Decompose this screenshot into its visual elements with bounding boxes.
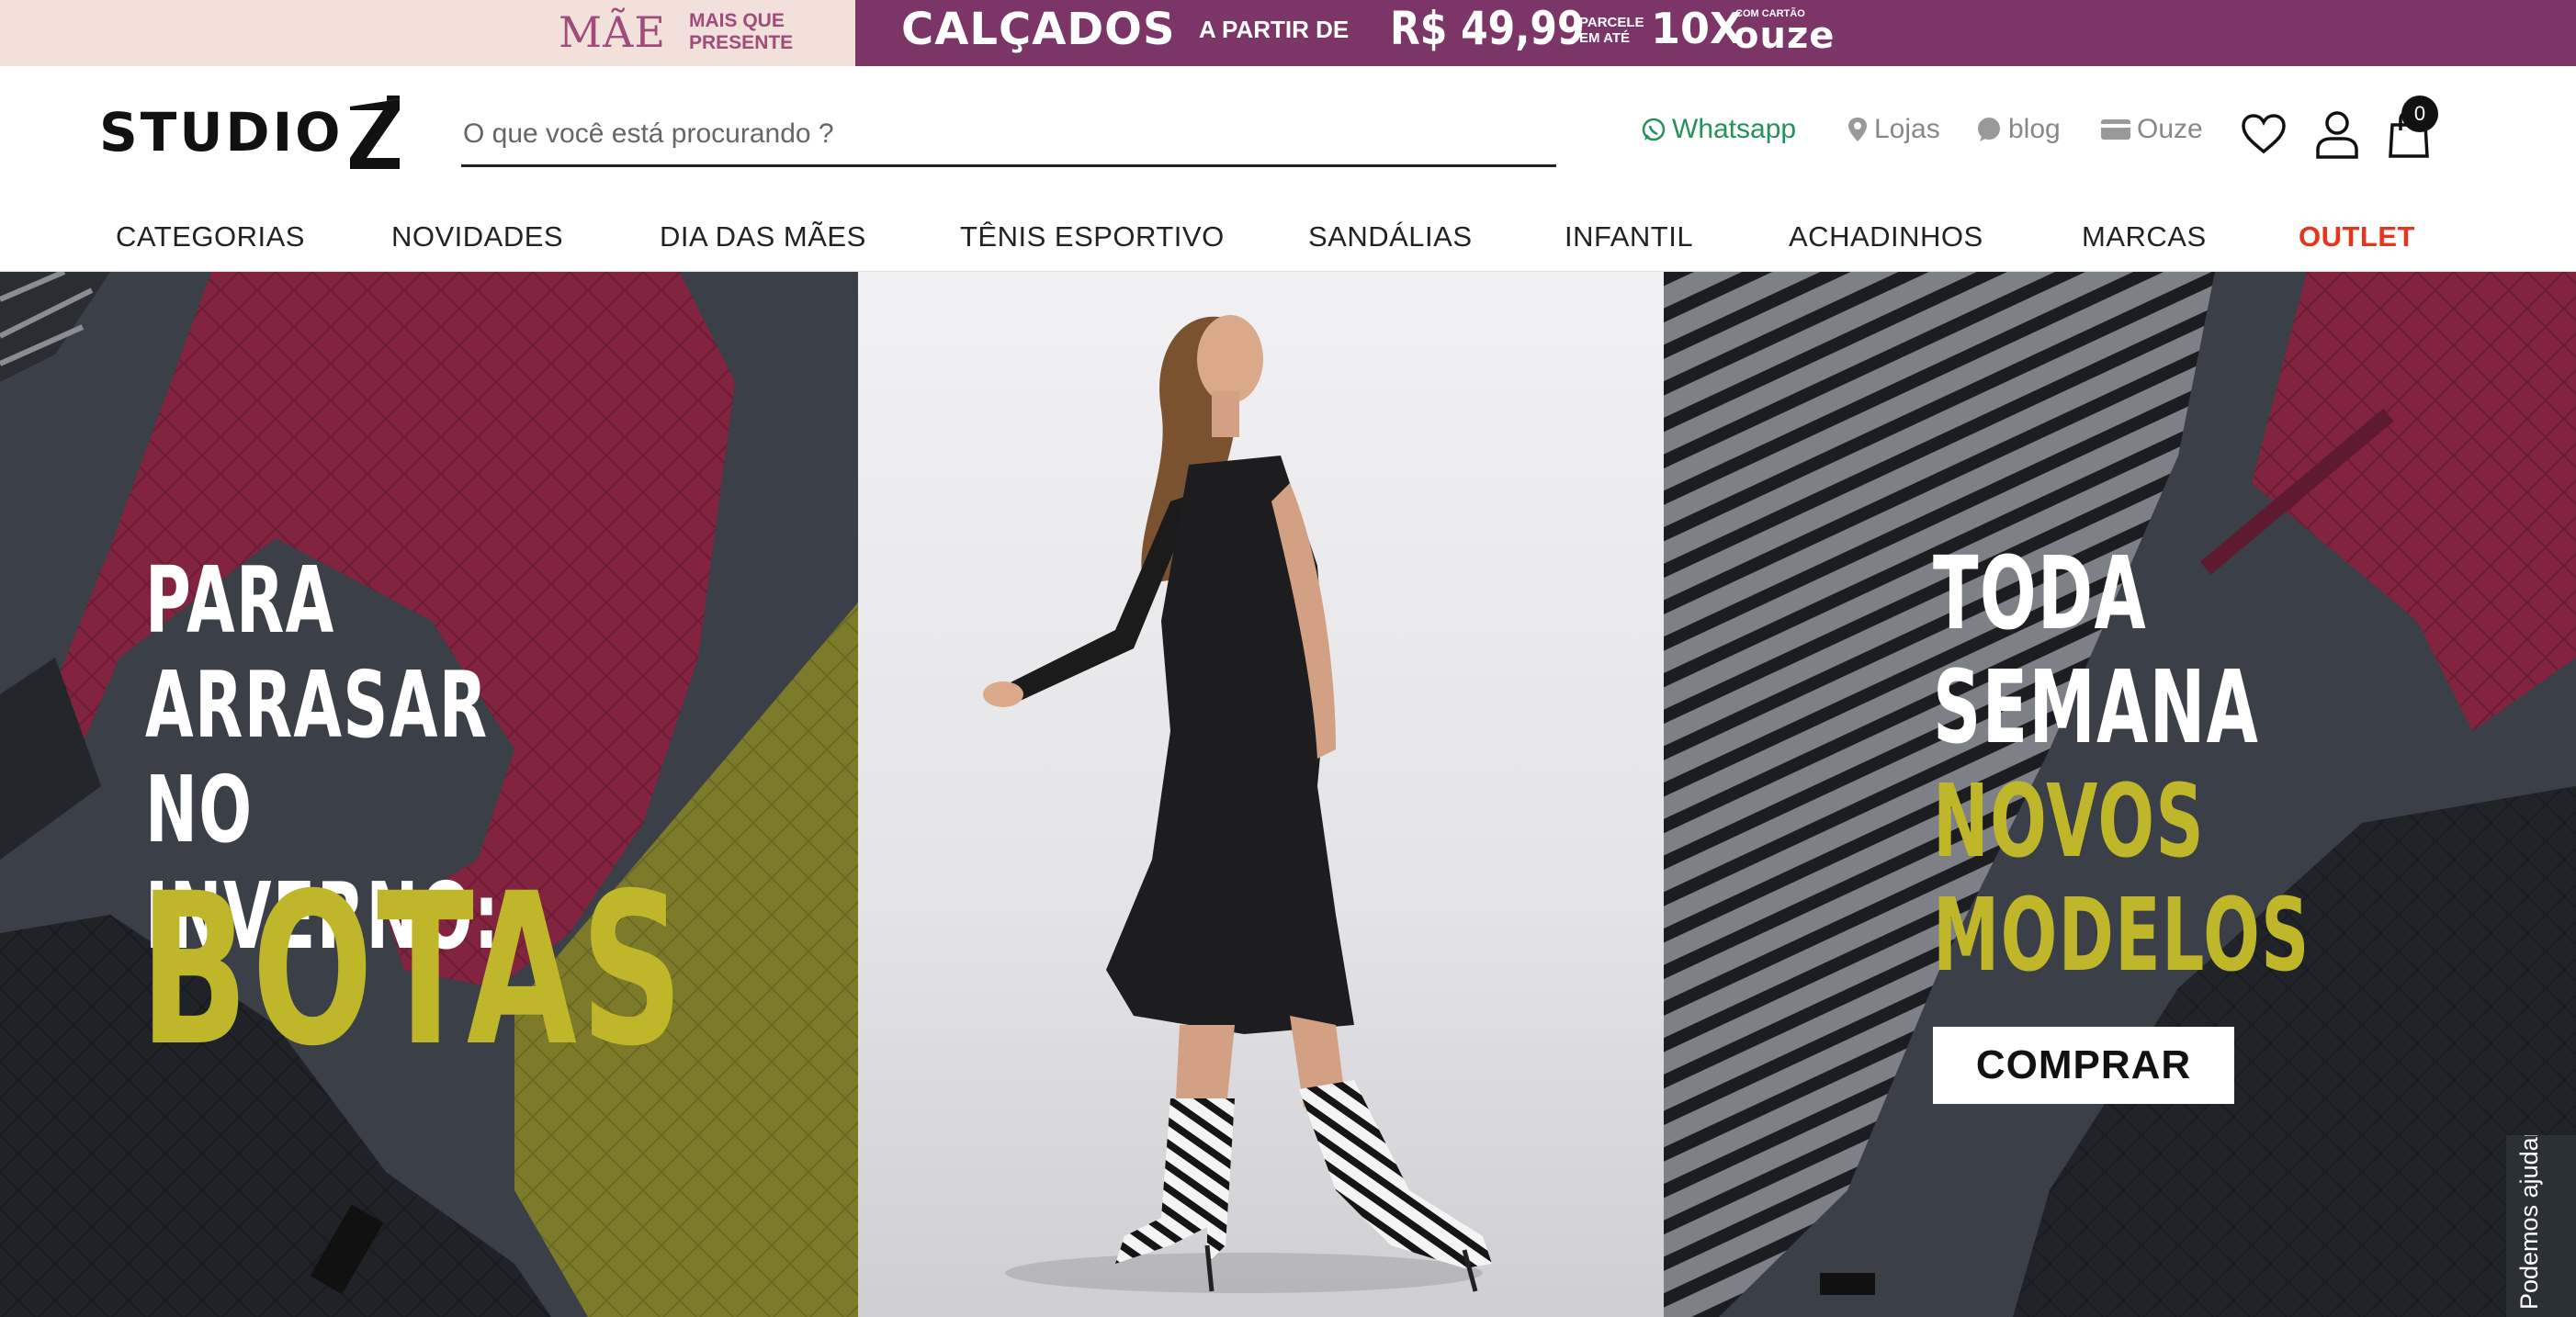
heart-icon — [2242, 114, 2286, 154]
promo-parcele-line-2: EM ATÉ — [1579, 30, 1630, 46]
hero-right-line-2: SEMANA — [1933, 648, 2260, 766]
promo-banner[interactable]: MÃE MAIS QUE PRESENTE CALÇADOS A PARTIR … — [0, 0, 2576, 66]
blog-label: blog — [2008, 114, 2061, 144]
help-chat-tab[interactable]: Podemos ajudar? — [2506, 1135, 2576, 1317]
help-label: Podemos ajudar? — [2515, 1135, 2543, 1310]
promo-calcados: CALÇADOS — [901, 4, 1176, 55]
hero-left-highlight: BOTAS — [140, 848, 687, 1092]
mothers-day-promo[interactable]: MÃE MAIS QUE PRESENTE — [0, 0, 855, 66]
whatsapp-label: Whatsapp — [1672, 114, 1797, 144]
hero-right-line-4: MODELOS — [1933, 876, 2310, 994]
whatsapp-link[interactable]: Whatsapp — [1641, 114, 1796, 145]
mae-subtitle-line-1: MAIS QUE — [689, 10, 785, 31]
nav-item-categorias[interactable]: CATEGORIAS — [116, 220, 305, 253]
nav-item-infantil[interactable]: INFANTIL — [1565, 220, 1693, 253]
promo-installments: 10X — [1651, 4, 1743, 53]
map-pin-icon — [1848, 118, 1867, 141]
hero-right-panel[interactable]: TODA SEMANA NOVOS MODELOS — [1664, 272, 2576, 1317]
account-button[interactable] — [2310, 107, 2365, 162]
promo-a-partir: A PARTIR DE — [1199, 16, 1350, 43]
mae-subtitle-line-2: PRESENTE — [689, 32, 794, 53]
logo-z-mark — [350, 96, 401, 169]
nav-item-outlet[interactable]: OUTLET — [2299, 220, 2415, 253]
hero-right-line-1: TODA — [1933, 535, 2147, 652]
ouze-link[interactable]: Ouze — [2100, 114, 2203, 145]
hero-banner[interactable]: PARA ARRASAR NO INVERNO: BOTAS TODA SEMA… — [0, 272, 2576, 1317]
nav-item-novidades[interactable]: NOVIDADES — [391, 220, 563, 253]
nav-item-sandalias[interactable]: SANDÁLIAS — [1308, 220, 1473, 253]
hero-left-line-2: ARRASAR — [145, 651, 489, 759]
model-photo-image — [983, 315, 1492, 1293]
promo-parcele-line-1: PARCELE — [1579, 15, 1644, 30]
hero-model-panel[interactable] — [858, 272, 1664, 1317]
promo-parcele: PARCELE EM ATÉ — [1579, 15, 1644, 46]
hero-left-line-1: PARA — [145, 546, 335, 654]
mae-subtitle: MAIS QUE PRESENTE — [689, 10, 793, 54]
credit-card-icon — [2101, 119, 2130, 140]
user-icon — [2316, 111, 2358, 159]
cart-count-badge: 0 — [2401, 96, 2438, 132]
blog-icon — [1978, 118, 2000, 141]
whatsapp-icon — [1642, 118, 1666, 141]
lojas-link[interactable]: Lojas — [1847, 114, 1940, 145]
main-navigation: CATEGORIAS NOVIDADES DIA DAS MÃES TÊNIS … — [0, 204, 2576, 272]
lojas-label: Lojas — [1874, 114, 1940, 144]
comprar-button[interactable]: COMPRAR — [1933, 1027, 2234, 1104]
nav-item-achadinhos[interactable]: ACHADINHOS — [1789, 220, 1983, 253]
ouze-label: Ouze — [2137, 114, 2203, 144]
nav-item-marcas[interactable]: MARCAS — [2082, 220, 2207, 253]
search-input[interactable] — [461, 103, 1556, 167]
ouze-logo: OUZE — [1734, 15, 1836, 57]
promo-price: R$ 49,99 — [1390, 2, 1585, 55]
nav-item-dia-das-maes[interactable]: DIA DAS MÃES — [660, 220, 866, 253]
shoes-price-promo[interactable]: CALÇADOS A PARTIR DE R$ 49,99 PARCELE EM… — [855, 0, 2576, 66]
mae-title: MÃE — [559, 7, 666, 57]
hero-left-panel[interactable]: PARA ARRASAR NO INVERNO: BOTAS — [0, 272, 858, 1317]
hero-right-line-3: NOVOS — [1933, 762, 2206, 880]
studio-z-logo[interactable]: STUDIO — [99, 94, 403, 171]
logo-text: STUDIO — [99, 101, 344, 163]
wishlist-button[interactable] — [2236, 107, 2291, 162]
site-header: STUDIO Whatsapp Lojas blog O — [0, 66, 2576, 204]
nav-item-tenis-esportivo[interactable]: TÊNIS ESPORTIVO — [960, 220, 1225, 253]
blog-link[interactable]: blog — [1975, 114, 2061, 145]
